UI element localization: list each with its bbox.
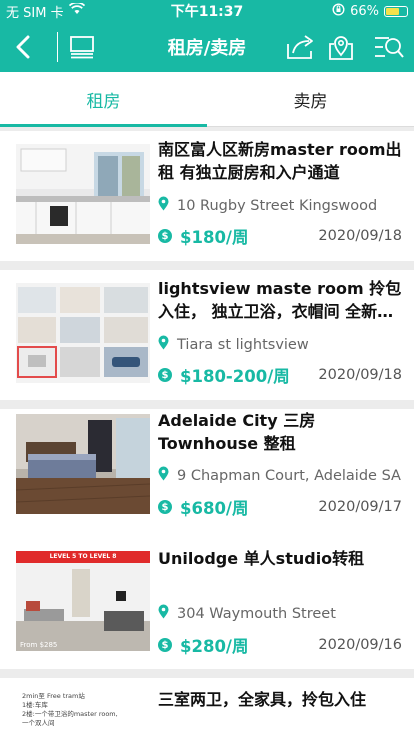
map-icon[interactable] <box>326 32 356 62</box>
status-right: 66% <box>258 2 408 20</box>
listing-price-row: $ $180-200/周 2020/09/18 <box>158 363 402 387</box>
thumb-note-line: 2min至 Free tram站 <box>22 692 85 700</box>
listing-price: $180-200/周 <box>180 367 290 386</box>
tab-sale[interactable]: 卖房 <box>207 72 414 126</box>
filter-search-icon[interactable] <box>372 33 406 61</box>
listing-address-text: 10 Rugby Street Kingswood <box>177 197 378 214</box>
location-pin-icon <box>158 466 169 485</box>
listing-title: lightsview maste room 拎包入住， 独立卫浴，衣帽间 全新房… <box>158 279 402 321</box>
listing-card[interactable]: 2min至 Free tram站 1楼:车库 2楼:一个带卫浴的master r… <box>0 678 414 738</box>
dollar-icon: $ <box>158 500 172 514</box>
listing-price: $180/周 <box>180 228 249 247</box>
thumb-caption: From $285 <box>20 641 58 649</box>
nav-divider <box>57 32 58 62</box>
listing-date: 2020/09/16 <box>318 637 402 653</box>
back-icon[interactable] <box>8 32 38 62</box>
listing-card[interactable]: Adelaide City 三房 Townhouse 整租 9 Chapman … <box>0 409 414 539</box>
listing-card[interactable]: lightsview maste room 拎包入住， 独立卫浴，衣帽间 全新房… <box>0 270 414 400</box>
listing-date: 2020/09/18 <box>318 228 402 244</box>
listing-photo-collage <box>16 283 150 383</box>
dollar-icon: $ <box>158 368 172 382</box>
listing-price: $280/周 <box>180 637 249 656</box>
listing-photo-bedroom <box>16 414 150 514</box>
listing-date: 2020/09/18 <box>318 367 402 383</box>
status-bar: 无 SIM 卡 下午11:37 66% <box>0 0 414 22</box>
listing-card[interactable]: 南区富人区新房master room出租 有独立厨房和入户通道 10 Rugby… <box>0 131 414 261</box>
location-pin-icon <box>158 335 169 354</box>
list-view-icon[interactable] <box>68 34 96 60</box>
thumb-notes: 2min至 Free tram站 1楼:车库 2楼:一个带卫浴的master r… <box>22 692 118 728</box>
listing-date: 2020/09/17 <box>318 499 402 515</box>
listing-price-row: $ $680/周 2020/09/17 <box>158 495 402 519</box>
listing-price-row: $ $280/周 2020/09/16 <box>158 633 402 657</box>
listing-photo-studio: LEVEL 5 TO LEVEL 8 From $285 <box>16 551 150 651</box>
dollar-icon: $ <box>158 229 172 243</box>
tab-bar: 租房 卖房 <box>0 72 414 127</box>
tab-rent-label: 租房 <box>86 91 121 112</box>
status-time: 下午11:37 <box>170 4 244 20</box>
listing-title: Unilodge 单人studio转租 <box>158 549 365 568</box>
nav-bar: 租房/卖房 <box>0 22 414 72</box>
listing-address: 304 Waymouth Street <box>158 604 404 623</box>
listing-title: Adelaide City 三房 Townhouse 整租 <box>158 411 316 453</box>
battery-percent: 66% <box>350 3 379 19</box>
listing-address-text: Tiara st lightsview <box>177 336 309 353</box>
listing-address: 10 Rugby Street Kingswood <box>158 196 404 215</box>
battery-icon <box>384 5 408 17</box>
battery-fill <box>386 7 399 15</box>
location-pin-icon <box>158 604 169 623</box>
listing-title: 南区富人区新房master room出租 有独立厨房和入户通道 <box>158 140 402 182</box>
thumb-banner: LEVEL 5 TO LEVEL 8 <box>49 553 117 560</box>
rotation-lock-icon <box>332 2 345 20</box>
tab-sale-label: 卖房 <box>293 91 328 112</box>
listing-photo-text-note: 2min至 Free tram站 1楼:车库 2楼:一个带卫浴的master r… <box>16 688 150 738</box>
listing-title: 三室两卫，全家具，拎包入住 <box>158 690 367 709</box>
dollar-icon: $ <box>158 638 172 652</box>
wifi-icon <box>68 1 85 19</box>
listing-address-text: 9 Chapman Court, Adelaide SA <box>177 467 401 484</box>
listing-price: $680/周 <box>180 499 249 518</box>
thumb-note-line: 一个双人间 <box>22 719 55 727</box>
status-left: 无 SIM 卡 <box>6 1 156 21</box>
listing-address: 9 Chapman Court, Adelaide SA <box>158 466 404 485</box>
carrier-label: 无 SIM 卡 <box>6 5 64 21</box>
listing-photo-kitchen <box>16 144 150 244</box>
listing-price-row: $ $180/周 2020/09/18 <box>158 224 402 248</box>
tab-rent[interactable]: 租房 <box>0 72 207 127</box>
thumb-note-line: 2楼:一个带卫浴的master room, <box>22 710 118 718</box>
listing-address: Tiara st lightsview <box>158 335 404 354</box>
thumb-note-line: 1楼:车库 <box>22 701 48 709</box>
share-icon[interactable] <box>284 33 316 61</box>
listing-address-text: 304 Waymouth Street <box>177 605 336 622</box>
location-pin-icon <box>158 196 169 215</box>
